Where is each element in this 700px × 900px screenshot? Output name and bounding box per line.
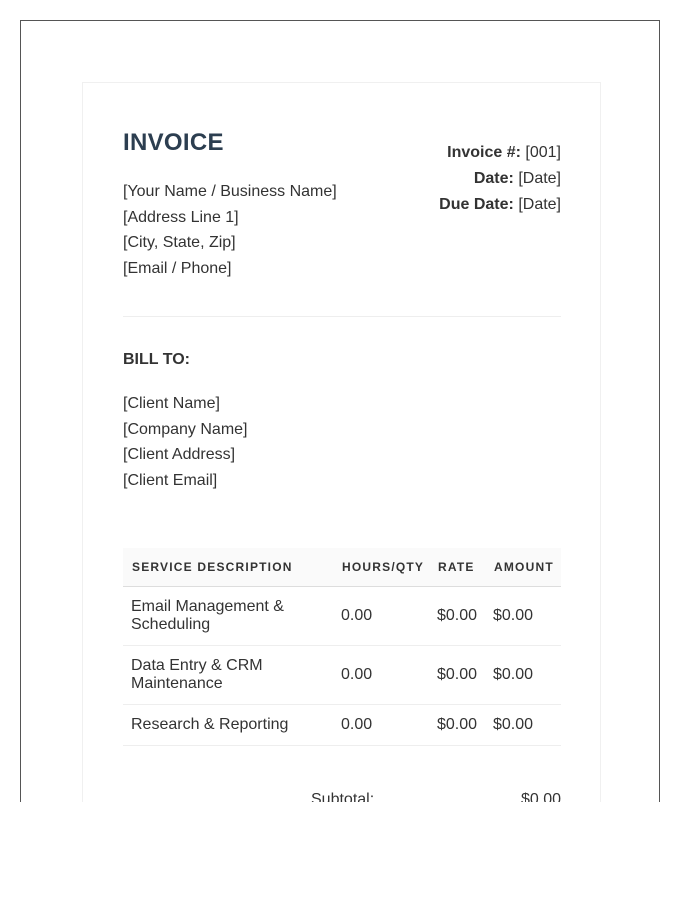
invoice-number-row: Invoice #: [001]: [439, 140, 561, 166]
subtotal-value: $0.00: [520, 791, 561, 802]
services-table: SERVICE DESCRIPTION HOURS/QTY RATE AMOUN…: [123, 548, 561, 746]
invoice-title: INVOICE: [123, 129, 224, 156]
invoice-date-row: Date: [Date]: [439, 166, 561, 192]
service-description: Research & Reporting: [123, 704, 333, 746]
document-viewport: INVOICE [Your Name / Business Name] [Add…: [20, 20, 660, 802]
table-row: Email Management & Scheduling 0.00 $0.00…: [123, 586, 561, 646]
sender-info: [Your Name / Business Name] [Address Lin…: [123, 179, 337, 281]
due-date-value: [Date]: [518, 196, 561, 213]
client-company: [Company Name]: [123, 420, 248, 438]
service-hours: 0.00: [333, 586, 429, 646]
sender-name: [Your Name / Business Name]: [123, 183, 337, 200]
client-name: [Client Name]: [123, 395, 220, 412]
col-header-rate: RATE: [429, 548, 485, 587]
invoice-date-value: [Date]: [518, 170, 561, 187]
table-header-row: SERVICE DESCRIPTION HOURS/QTY RATE AMOUN…: [123, 548, 561, 587]
invoice-meta: Invoice #: [001] Date: [Date] Due Date: …: [439, 140, 561, 218]
due-date-label: Due Date:: [439, 196, 514, 213]
due-date-row: Due Date: [Date]: [439, 192, 561, 218]
service-description: Email Management & Scheduling: [123, 586, 333, 646]
service-amount: $0.00: [485, 645, 561, 705]
sender-city-state-zip: [City, State, Zip]: [123, 234, 236, 251]
sender-address: [Address Line 1]: [123, 208, 239, 226]
col-header-amount: AMOUNT: [485, 548, 561, 587]
client-address: [Client Address]: [123, 446, 236, 463]
subtotal-label: Subtotal:: [311, 791, 375, 802]
col-header-hours: HOURS/QTY: [333, 548, 429, 587]
invoice-page: INVOICE [Your Name / Business Name] [Add…: [82, 82, 601, 802]
sender-contact: [Email / Phone]: [123, 259, 232, 277]
table-row: Data Entry & CRM Maintenance 0.00 $0.00 …: [123, 645, 561, 705]
table-row: Research & Reporting 0.00 $0.00 $0.00: [123, 704, 561, 746]
service-rate: $0.00: [429, 645, 485, 705]
subtotal-row: Subtotal: $0.00: [123, 791, 561, 802]
bill-to-heading: BILL TO:: [123, 351, 190, 368]
invoice-number-label: Invoice #:: [447, 144, 521, 161]
service-hours: 0.00: [333, 645, 429, 705]
col-header-service: SERVICE DESCRIPTION: [123, 548, 333, 587]
invoice-date-label: Date:: [473, 170, 514, 187]
service-rate: $0.00: [429, 586, 485, 646]
section-divider: [123, 316, 561, 317]
service-rate: $0.00: [429, 704, 485, 746]
service-amount: $0.00: [485, 586, 561, 646]
service-hours: 0.00: [333, 704, 429, 746]
service-description: Data Entry & CRM Maintenance: [123, 645, 333, 705]
client-email: [Client Email]: [123, 471, 218, 489]
service-amount: $0.00: [485, 704, 561, 746]
invoice-number-value: [001]: [525, 144, 561, 161]
client-info: [Client Name] [Company Name] [Client Add…: [123, 391, 248, 493]
